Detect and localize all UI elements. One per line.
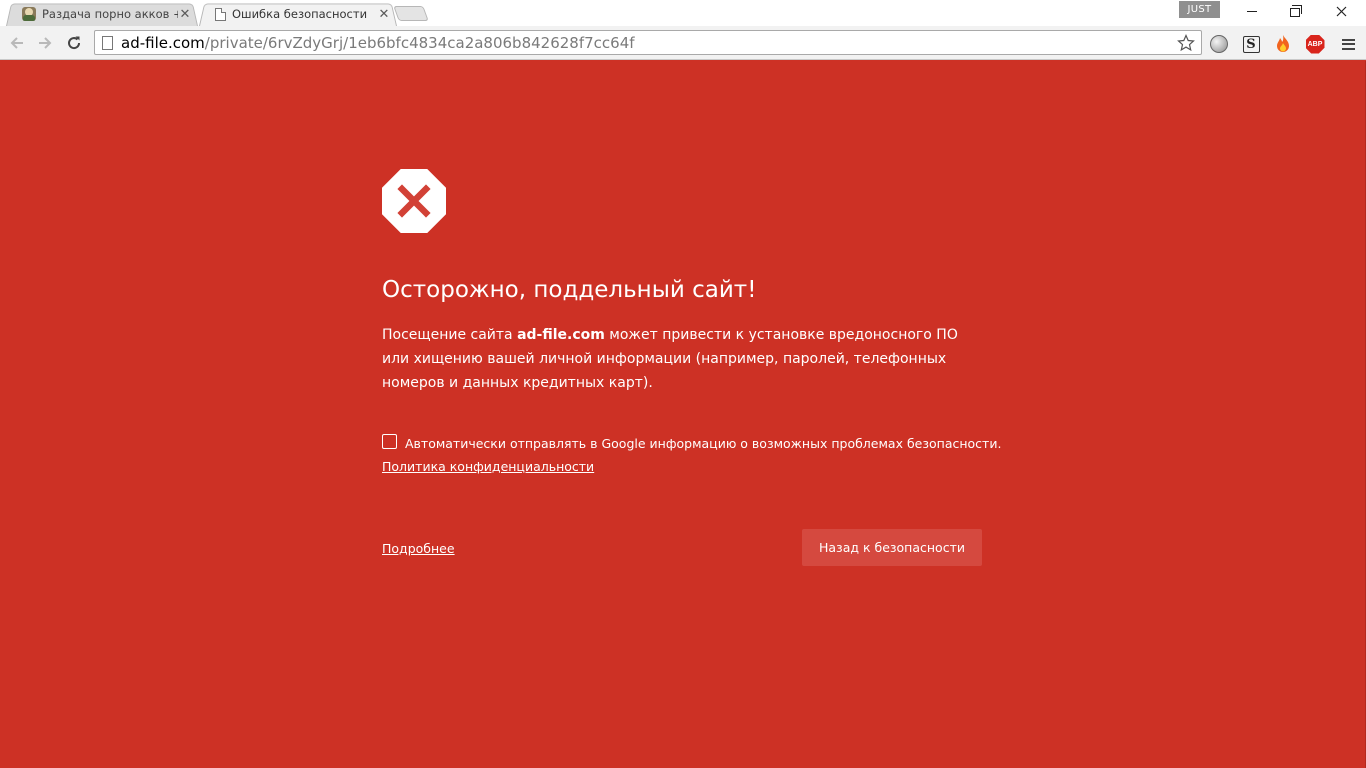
back-to-safety-button[interactable]: Назад к безопасности: [802, 529, 982, 566]
arrow-left-icon: [10, 37, 23, 49]
stop-icon: [382, 169, 446, 233]
close-icon: [1336, 6, 1346, 16]
page-icon: [215, 7, 226, 21]
s-icon[interactable]: S: [1241, 34, 1261, 54]
tab-title: Ошибка безопасности: [232, 7, 368, 21]
tab-inactive[interactable]: Раздача порно акков +18 ✕: [6, 2, 198, 26]
new-tab-button[interactable]: [393, 6, 429, 21]
url-path: /private/6rvZdyGrj/1eb6bfc4834ca2a806b84…: [204, 33, 635, 52]
close-icon[interactable]: ✕: [377, 6, 391, 21]
page-title: Осторожно, поддельный сайт!: [382, 277, 757, 303]
bookmark-star-icon[interactable]: [1175, 32, 1197, 54]
window-close-button[interactable]: [1318, 0, 1364, 22]
report-checkbox[interactable]: [382, 434, 397, 449]
globe-icon[interactable]: [1209, 34, 1229, 54]
desc-text-1: Посещение сайта: [382, 327, 518, 343]
url-host: ad-file.com: [121, 33, 205, 52]
toolbar: ad-file.com/private/6rvZdyGrj/1eb6bfc483…: [0, 26, 1366, 60]
restore-icon: [1290, 4, 1302, 17]
safe-browsing-interstitial: Осторожно, поддельный сайт! Посещение са…: [0, 61, 1366, 768]
arrow-right-icon: [39, 37, 52, 49]
minimize-button[interactable]: [1229, 0, 1275, 22]
warning-description: Посещение сайта ad-file.com может привес…: [382, 323, 982, 395]
url-text[interactable]: ad-file.com/private/6rvZdyGrj/1eb6bfc483…: [121, 34, 635, 52]
site-favicon-icon: [22, 7, 36, 21]
close-icon[interactable]: ✕: [178, 6, 192, 21]
page-icon: [102, 35, 113, 50]
details-link[interactable]: Подробнее: [382, 541, 455, 556]
fire-icon[interactable]: [1273, 34, 1293, 54]
menu-icon[interactable]: [1338, 34, 1358, 54]
adblock-plus-icon[interactable]: ABP: [1305, 34, 1325, 54]
address-bar[interactable]: ad-file.com/private/6rvZdyGrj/1eb6bfc483…: [94, 30, 1202, 55]
back-button[interactable]: [5, 31, 29, 55]
reload-icon: [68, 36, 81, 50]
forward-button[interactable]: [33, 31, 57, 55]
optin-label: Автоматически отправлять в Google информ…: [405, 436, 1002, 451]
privacy-policy-link[interactable]: Политика конфиденциальности: [382, 459, 594, 474]
restore-button[interactable]: [1272, 0, 1318, 22]
tab-active[interactable]: Ошибка безопасности ✕: [199, 2, 397, 26]
tab-title: Раздача порно акков +18: [42, 7, 178, 21]
reload-button[interactable]: [62, 31, 86, 55]
extended-reporting-optin[interactable]: Автоматически отправлять в Google информ…: [382, 432, 1001, 451]
minimize-icon: [1247, 10, 1257, 12]
title-bar: Раздача порно акков +18 ✕ Ошибка безопас…: [0, 0, 1366, 26]
desc-host: ad-file.com: [517, 327, 605, 343]
profile-badge[interactable]: JUST: [1179, 1, 1220, 18]
